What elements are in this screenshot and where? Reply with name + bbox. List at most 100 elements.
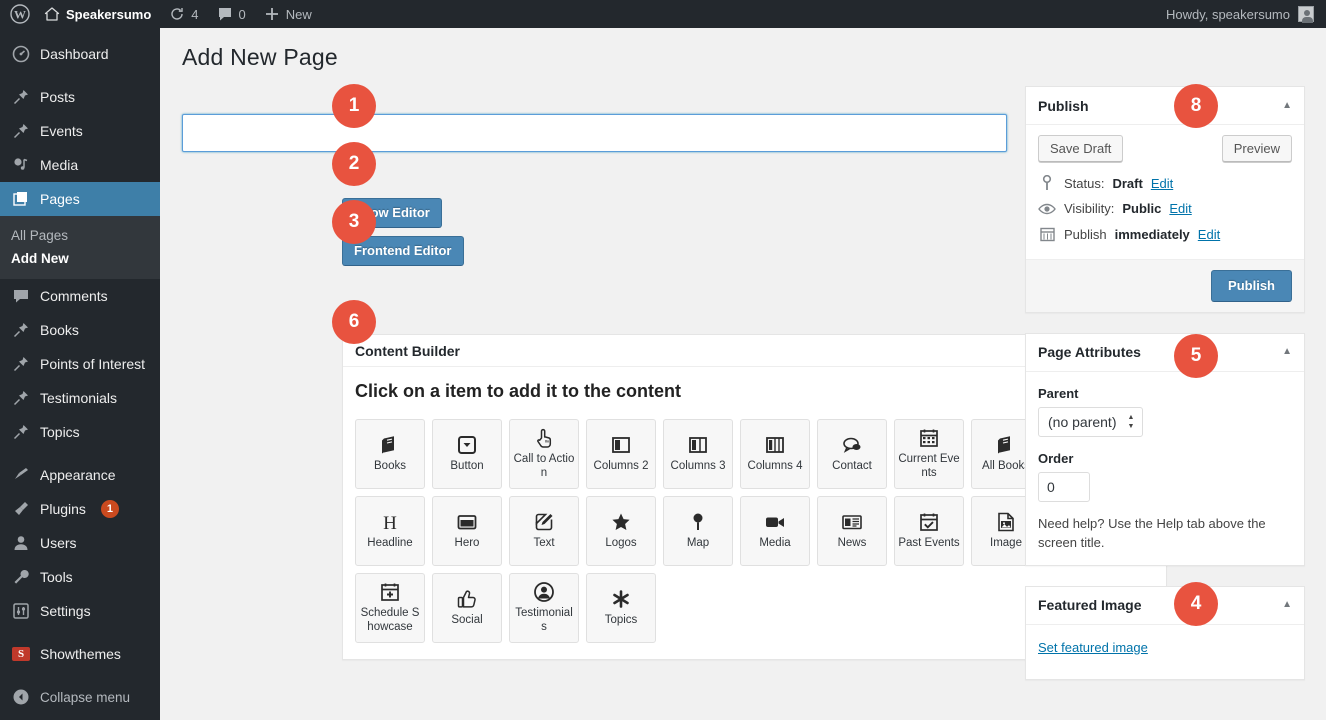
content-tile-columns-2[interactable]: Columns 2 [586,418,656,489]
sidebar-item-topics[interactable]: Topics [0,415,160,449]
content-tile-label: Topics [604,613,638,626]
publish-button[interactable]: Publish [1211,270,1292,302]
collapse-arrow-icon [11,687,31,707]
sidebar-item-comments[interactable]: Comments [0,279,160,313]
content-tile-label: Columns 2 [593,459,649,472]
visibility-edit-link[interactable]: Edit [1169,201,1191,216]
featured-image-header[interactable]: Featured Image ▲ [1026,587,1304,625]
sidebar-item-points-of-interest[interactable]: Points of Interest [0,347,160,381]
my-account-button[interactable]: Howdy, speakersumo [1165,6,1326,23]
content-tile-testimonials[interactable]: Testimonials [509,572,579,643]
content-tile-topics[interactable]: Topics [586,572,656,643]
schedule-edit-link[interactable]: Edit [1198,227,1220,242]
sidebar-item-pages[interactable]: Pages [0,182,160,216]
sidebar-item-appearance[interactable]: Appearance [0,458,160,492]
content-tile-columns-3[interactable]: Columns 3 [663,418,733,489]
wordpress-logo-button[interactable]: W [0,0,38,28]
sidebar-item-plugins[interactable]: Plugins 1 [0,492,160,526]
content-tile-label: All Books [982,459,1030,472]
collapse-menu-button[interactable]: Collapse menu [0,680,160,714]
set-featured-image-link[interactable]: Set featured image [1038,640,1148,655]
content-tile-columns-4[interactable]: Columns 4 [740,418,810,489]
sidebar-item-events[interactable]: Events [0,114,160,148]
content-tile-text[interactable]: Text [509,495,579,566]
content-tile-past-events[interactable]: Past Events [894,495,964,566]
content-tile-map[interactable]: Map [663,495,733,566]
calendar-icon [918,427,940,449]
person-circle-icon [533,581,555,603]
sidebar-item-label: Media [40,157,79,173]
page-attributes-body: Parent (no parent) ▲▼ Order Need help? U… [1026,372,1304,565]
publish-panel-header[interactable]: Publish ▲ [1026,87,1304,125]
sidebar-item-media[interactable]: Media [0,148,160,182]
annotation-badge-4: 4 [1174,582,1218,626]
content-tile-label: Headline [367,536,413,549]
save-draft-button[interactable]: Save Draft [1038,135,1124,162]
content-tile-button[interactable]: Button [432,418,502,489]
sidebar-item-label: Topics [40,424,80,440]
content-tile-hero[interactable]: Hero [432,495,502,566]
parent-select[interactable]: (no parent) ▲ ▼ [1038,406,1144,437]
parent-label: Parent [1038,385,1079,401]
content-tile-label: Call to Action [513,453,575,479]
sidebar-gap-2 [0,449,160,458]
content-tile-label: Map [686,536,710,549]
sidebar-item-dashboard[interactable]: Dashboard [0,37,160,71]
brush-icon [11,465,31,485]
book-icon [379,434,401,456]
svg-text:W: W [14,8,26,22]
content-tile-headline[interactable]: H Headline [355,495,425,566]
sidebar-item-tools[interactable]: Tools [0,560,160,594]
wordpress-logo-icon: W [10,4,30,24]
content-builder-title: Content Builder [355,342,460,359]
comments-button[interactable]: 0 [208,0,255,28]
content-builder-heading: Click on a item to add it to the content [355,381,682,402]
content-tile-books[interactable]: Books [355,418,425,489]
content-tile-news[interactable]: News [817,495,887,566]
avatar [1298,6,1314,23]
content-tile-contact[interactable]: Contact [817,418,887,489]
content-tile-social[interactable]: Social [432,572,502,643]
sidebar-item-posts[interactable]: Posts [0,80,160,114]
sidebar-item-testimonials[interactable]: Testimonials [0,381,160,415]
featured-image-body: Set featured image [1026,625,1304,679]
pointing-hand-icon [533,427,555,449]
preview-button[interactable]: Preview [1221,135,1292,162]
new-content-button[interactable]: New [255,0,321,28]
content-tile-schedule-showcase[interactable]: Schedule Showcase [355,572,425,643]
pin-icon [11,354,31,374]
content-tile-media[interactable]: Media [740,495,810,566]
chevron-up-icon[interactable]: ▲ [1282,100,1292,111]
sidebar-item-showthemes[interactable]: S Showthemes [0,637,160,671]
sidebar-item-all-pages[interactable]: All Pages [0,224,160,247]
content-tile-call-to-action[interactable]: Call to Action [509,418,579,489]
sidebar-item-settings[interactable]: Settings [0,594,160,628]
chat-bubbles-icon [841,434,863,456]
site-name-button[interactable]: Speakersumo [38,0,160,28]
pin-icon [11,121,31,141]
featured-image-title: Featured Image [1038,597,1142,614]
sidebar-item-books[interactable]: Books [0,313,160,347]
content-tile-logos[interactable]: Logos [586,495,656,566]
status-edit-link[interactable]: Edit [1151,176,1173,191]
sidebar-item-label: Showthemes [40,646,121,662]
chevron-up-icon[interactable]: ▲ [1282,600,1292,610]
content-tile-current-events[interactable]: Current Events [894,418,964,489]
page-attributes-header[interactable]: Page Attributes ▲ [1026,334,1304,372]
publish-panel-title: Publish [1038,97,1089,114]
annotation-badge-8: 8 [1174,84,1218,128]
post-title-input[interactable] [182,114,1007,152]
order-input[interactable] [1038,471,1090,502]
publish-panel-footer: Publish [1026,259,1304,312]
sidebar-item-add-new[interactable]: Add New [0,247,160,270]
user-icon [11,533,31,553]
updates-button[interactable]: 4 [160,0,207,28]
featured-image-panel: Featured Image ▲ Set featured image [1025,585,1305,680]
update-arrows-icon [169,6,185,22]
sidebar-item-users[interactable]: Users [0,526,160,560]
chevron-up-icon[interactable]: ▲ [1282,347,1292,357]
collapse-menu-label: Collapse menu [40,689,131,705]
howdy-label: Howdy, speakersumo [1165,6,1290,22]
content-tile-label: Schedule Showcase [360,607,420,633]
columns-4-icon [764,434,786,456]
